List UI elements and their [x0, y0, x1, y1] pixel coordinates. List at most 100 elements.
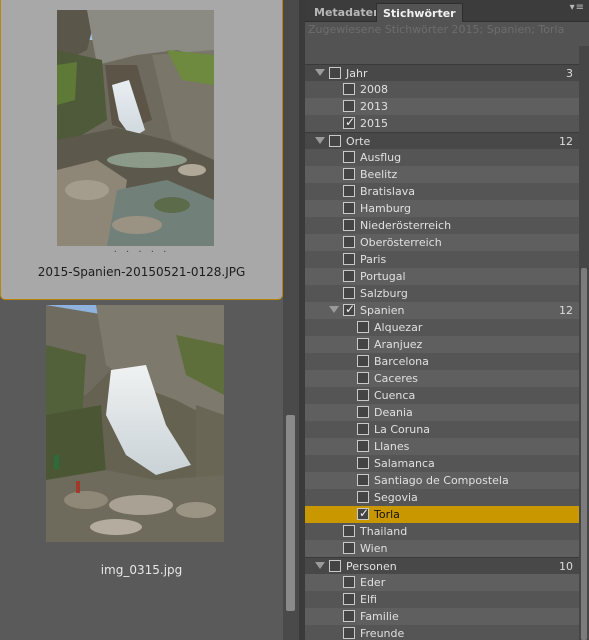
keyword-label: Eder [360, 576, 386, 589]
panel-menu-icon[interactable]: ▾≡ [570, 2, 585, 13]
keyword-label: 2015 [360, 117, 388, 130]
keyword-label: Paris [360, 253, 387, 266]
keyword-row-orte[interactable]: Orte 12 [305, 132, 579, 149]
expand-triangle-icon[interactable] [329, 306, 339, 313]
checkmark-icon: ✓ [345, 302, 356, 316]
keyword-checkbox[interactable] [343, 168, 355, 180]
keyword-label: Llanes [374, 440, 410, 453]
keyword-row-alquezar[interactable]: Alquezar [305, 319, 579, 336]
keyword-scrollbar-thumb[interactable] [581, 268, 587, 640]
keyword-checkbox[interactable] [343, 593, 355, 605]
keyword-label: Alquezar [374, 321, 423, 334]
keyword-checkbox[interactable] [343, 525, 355, 537]
tab-stichwoerter[interactable]: Stichwörter [376, 3, 463, 22]
keyword-row-spanien[interactable]: ✓ Spanien 12 [305, 302, 579, 319]
keyword-row-jahr[interactable]: Jahr 3 [305, 64, 579, 81]
keyword-row-hamburg[interactable]: Hamburg [305, 200, 579, 217]
keyword-row-ober-sterreich[interactable]: Oberösterreich [305, 234, 579, 251]
keyword-row-paris[interactable]: Paris [305, 251, 579, 268]
keyword-row-segovia[interactable]: Segovia [305, 489, 579, 506]
keyword-checkbox[interactable]: ✓ [357, 506, 369, 520]
grid-scrollbar[interactable] [283, 0, 299, 640]
keyword-row-aranjuez[interactable]: Aranjuez [305, 336, 579, 353]
keyword-scrollbar[interactable] [579, 46, 589, 640]
keyword-checkbox[interactable] [343, 627, 355, 639]
keyword-row-llanes[interactable]: Llanes [305, 438, 579, 455]
thumbnail-image-1[interactable] [57, 10, 214, 246]
keyword-row-torla[interactable]: ✓ Torla [305, 506, 579, 523]
panel-tabs: Metadaten Stichwörter ▾≡ [305, 0, 589, 22]
keyword-checkbox[interactable] [357, 457, 369, 469]
keyword-row-eder[interactable]: Eder [305, 574, 579, 591]
grid-scrollbar-thumb[interactable] [286, 415, 295, 611]
keyword-label: Personen [346, 560, 397, 573]
keyword-row-freunde[interactable]: Freunde [305, 625, 579, 640]
keyword-label: 2013 [360, 100, 388, 113]
keyword-row-caceres[interactable]: Caceres [305, 370, 579, 387]
keyword-checkbox[interactable] [343, 100, 355, 112]
keyword-checkbox[interactable] [343, 219, 355, 231]
keyword-checkbox[interactable] [343, 542, 355, 554]
keyword-row-nieder-sterreich[interactable]: Niederösterreich [305, 217, 579, 234]
expand-triangle-icon[interactable] [315, 69, 325, 76]
thumbnail-image-2[interactable] [46, 305, 224, 542]
keyword-checkbox[interactable] [343, 236, 355, 248]
keyword-checkbox[interactable] [343, 610, 355, 622]
keyword-row-elfi[interactable]: Elfi [305, 591, 579, 608]
keyword-row-2013[interactable]: 2013 [305, 98, 579, 115]
keyword-label: Oberösterreich [360, 236, 442, 249]
keyword-row-bratislava[interactable]: Bratislava [305, 183, 579, 200]
keyword-checkbox[interactable] [343, 202, 355, 214]
keyword-row-la-coruna[interactable]: La Coruna [305, 421, 579, 438]
keyword-checkbox[interactable] [357, 423, 369, 435]
keyword-row-cuenca[interactable]: Cuenca [305, 387, 579, 404]
keyword-row-salzburg[interactable]: Salzburg [305, 285, 579, 302]
keyword-checkbox[interactable] [343, 287, 355, 299]
keyword-label: Segovia [374, 491, 418, 504]
keyword-row-familie[interactable]: Familie [305, 608, 579, 625]
keyword-checkbox[interactable] [329, 135, 341, 147]
keyword-row-beelitz[interactable]: Beelitz [305, 166, 579, 183]
keyword-row-wien[interactable]: Wien [305, 540, 579, 557]
keyword-checkbox[interactable] [357, 474, 369, 486]
keyword-checkbox[interactable]: ✓ [343, 302, 356, 316]
keyword-row-deania[interactable]: Deania [305, 404, 579, 421]
keyword-row-santiago-de-compostela[interactable]: Santiago de Compostela [305, 472, 579, 489]
keyword-checkbox[interactable] [343, 253, 355, 265]
keyword-checkbox[interactable] [343, 185, 355, 197]
rating-dots[interactable]: · · · · · [1, 247, 282, 258]
keyword-count: 12 [559, 304, 573, 317]
keyword-checkbox[interactable] [357, 321, 369, 333]
keyword-checkbox[interactable] [357, 372, 369, 384]
thumbnail-cell-1[interactable]: · · · · · 2015-Spanien-20150521-0128.JPG [0, 0, 283, 300]
keyword-row-2015[interactable]: ✓ 2015 [305, 115, 579, 132]
keyword-row-salamanca[interactable]: Salamanca [305, 455, 579, 472]
keyword-checkbox[interactable]: ✓ [343, 115, 355, 129]
keyword-checkbox[interactable] [357, 338, 369, 350]
keyword-checkbox[interactable] [343, 151, 355, 163]
keyword-label: Salzburg [360, 287, 408, 300]
keyword-checkbox[interactable] [329, 67, 341, 79]
keyword-label: Ausflug [360, 151, 402, 164]
keyword-label: Caceres [374, 372, 419, 385]
keyword-checkbox[interactable] [343, 270, 355, 282]
keyword-checkbox[interactable] [343, 83, 355, 95]
keywords-panel: Metadaten Stichwörter ▾≡ Zugewiesene Sti… [305, 0, 589, 640]
thumbnail-cell-2[interactable]: img_0315.jpg [0, 300, 283, 640]
keyword-row-barcelona[interactable]: Barcelona [305, 353, 579, 370]
keyword-row-portugal[interactable]: Portugal [305, 268, 579, 285]
keyword-row-ausflug[interactable]: Ausflug [305, 149, 579, 166]
keyword-checkbox[interactable] [357, 355, 369, 367]
keyword-checkbox[interactable] [357, 440, 369, 452]
expand-triangle-icon[interactable] [315, 562, 325, 569]
expand-triangle-icon[interactable] [315, 137, 325, 144]
keyword-row-2008[interactable]: 2008 [305, 81, 579, 98]
keyword-checkbox[interactable] [357, 389, 369, 401]
keyword-checkbox[interactable] [357, 491, 369, 503]
keyword-checkbox[interactable] [357, 406, 369, 418]
keyword-row-personen[interactable]: Personen 10 [305, 557, 579, 574]
keyword-checkbox[interactable] [343, 576, 355, 588]
keyword-checkbox[interactable] [329, 560, 341, 572]
keyword-label: 2008 [360, 83, 388, 96]
keyword-row-thailand[interactable]: Thailand [305, 523, 579, 540]
